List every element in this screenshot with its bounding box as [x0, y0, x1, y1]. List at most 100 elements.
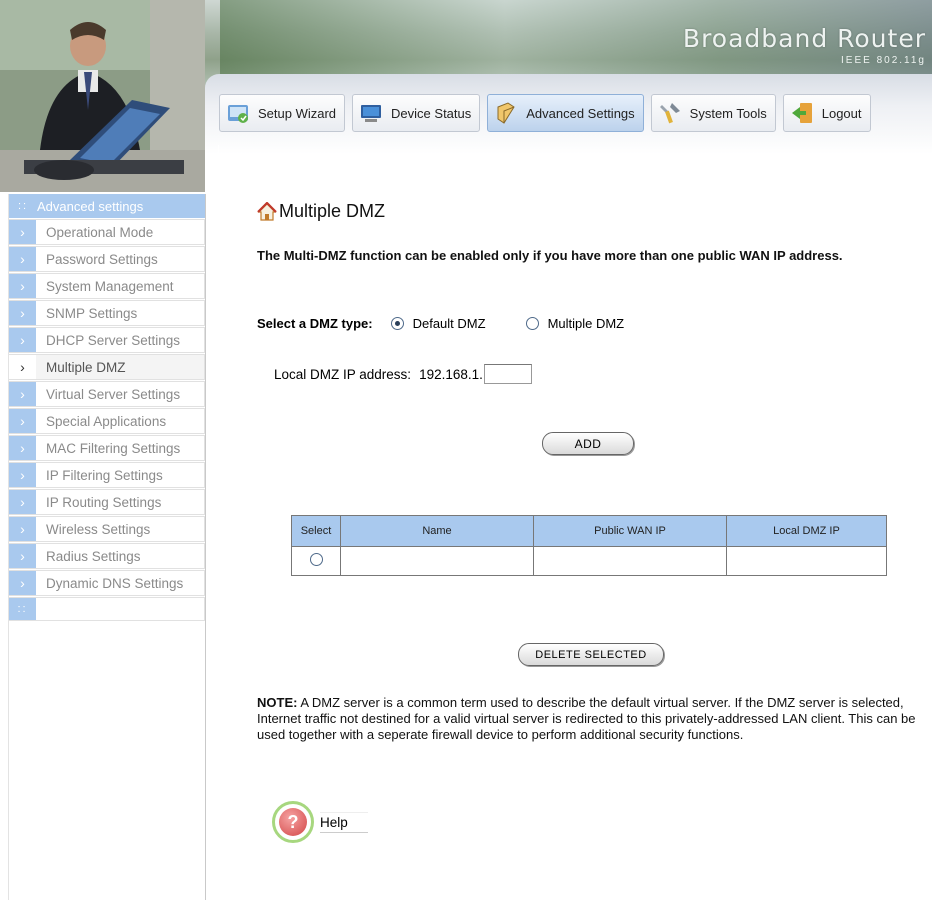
column-header-select: Select — [291, 515, 341, 547]
sidebar-item-system-management[interactable]: › System Management — [9, 273, 205, 299]
local-dmz-ip-row: Local DMZ IP address: 192.168.1. — [274, 364, 532, 384]
home-icon — [257, 201, 277, 221]
radio-button-unchecked[interactable] — [525, 317, 539, 330]
chevron-right-icon: › — [9, 463, 36, 487]
local-dmz-ip-cell — [726, 546, 887, 576]
radio-label: Default DMZ — [412, 316, 486, 331]
sidebar-header-label: Advanced settings — [37, 198, 144, 214]
note-text: NOTE: A DMZ server is a common term used… — [257, 695, 927, 743]
help-button[interactable]: ? Help — [272, 801, 368, 843]
tab-system-tools[interactable]: System Tools — [650, 94, 776, 132]
sidebar-item-ip-routing-settings[interactable]: › IP Routing Settings — [9, 489, 205, 515]
logout-icon — [791, 103, 812, 123]
sidebar-item-label: SNMP Settings — [46, 305, 138, 321]
intro-text: The Multi-DMZ function can be enabled on… — [257, 248, 843, 263]
tab-device-status[interactable]: Device Status — [352, 94, 481, 132]
radio-default-dmz[interactable]: Default DMZ — [390, 316, 486, 331]
sidebar-item-snmp-settings[interactable]: › SNMP Settings — [9, 300, 205, 326]
tab-label: Setup Wizard — [258, 105, 337, 121]
sidebar-header: :: Advanced settings — [9, 194, 205, 218]
chevron-right-icon: › — [9, 301, 36, 325]
brand-title: Broadband Router — [682, 24, 926, 53]
sidebar-item-special-applications[interactable]: › Special Applications — [9, 408, 205, 434]
brand-subtitle: IEEE 802.11g — [841, 55, 926, 66]
public-wan-ip-cell — [533, 546, 727, 576]
chevron-right-icon: › — [9, 409, 36, 433]
column-header-public-wan-ip: Public WAN IP — [533, 515, 727, 547]
sidebar-item-dynamic-dns-settings[interactable]: › Dynamic DNS Settings — [9, 570, 205, 596]
sidebar-item-label: Special Applications — [46, 413, 167, 429]
add-button[interactable]: ADD — [542, 432, 634, 455]
dmz-table: Select Name Public WAN IP Local DMZ IP — [291, 515, 887, 576]
sidebar-item-label: MAC Filtering Settings — [46, 440, 181, 456]
sidebar-item-label: Wireless Settings — [46, 521, 151, 537]
sidebar-item-radius-settings[interactable]: › Radius Settings — [9, 543, 205, 569]
sidebar-item-dhcp-server-settings[interactable]: › DHCP Server Settings — [9, 327, 205, 353]
name-cell — [340, 546, 534, 576]
top-nav-tabs: Setup Wizard Device Status Advanced Sett… — [219, 94, 871, 134]
row-select-radio[interactable] — [309, 553, 323, 566]
table-header-row: Select Name Public WAN IP Local DMZ IP — [291, 515, 887, 547]
dots-icon: :: — [9, 598, 36, 620]
dmz-type-row: Select a DMZ type: Default DMZ Multiple … — [257, 316, 664, 331]
tab-label: Advanced Settings — [526, 105, 635, 121]
sidebar-item-label: IP Filtering Settings — [46, 467, 163, 483]
tab-setup-wizard[interactable]: Setup Wizard — [219, 94, 346, 132]
column-header-local-dmz-ip: Local DMZ IP — [726, 515, 887, 547]
chevron-right-icon: › — [9, 571, 36, 595]
select-cell — [291, 546, 341, 576]
sidebar-item-label: Operational Mode — [46, 224, 154, 240]
tab-label: Logout — [821, 105, 862, 121]
sidebar-item-virtual-server-settings[interactable]: › Virtual Server Settings — [9, 381, 205, 407]
note-prefix: NOTE: — [257, 695, 298, 710]
chevron-right-icon: › — [9, 490, 36, 514]
sidebar-item-label: IP Routing Settings — [46, 494, 162, 510]
chevron-right-icon: › — [9, 220, 36, 244]
chevron-right-icon: › — [9, 247, 36, 271]
chevron-right-icon: › — [9, 328, 36, 352]
dmz-type-label: Select a DMZ type: — [257, 316, 373, 331]
help-icon: ? — [272, 801, 314, 843]
sidebar-item-label: Radius Settings — [46, 548, 141, 564]
chevron-right-icon: › — [9, 382, 36, 406]
page-title: Multiple DMZ — [257, 201, 385, 222]
sidebar-item-label: System Management — [46, 278, 174, 294]
ip-prefix: 192.168.1. — [419, 366, 483, 382]
header-photo — [0, 0, 205, 192]
column-header-name: Name — [340, 515, 534, 547]
tools-icon — [659, 103, 680, 124]
dots-icon: :: — [17, 200, 29, 212]
tab-label: Device Status — [391, 105, 472, 121]
router-admin-page: Broadband Router IEEE 802.11g Setup Wiza… — [0, 0, 932, 900]
brand: Broadband Router IEEE 802.11g — [683, 24, 926, 66]
radio-multiple-dmz[interactable]: Multiple DMZ — [525, 316, 624, 331]
chevron-right-icon: › — [9, 544, 36, 568]
chevron-right-icon: › — [9, 274, 36, 298]
monitor-icon — [361, 105, 382, 122]
table-row — [291, 546, 887, 576]
sidebar-item-mac-filtering-settings[interactable]: › MAC Filtering Settings — [9, 435, 205, 461]
sidebar-item-multiple-dmz[interactable]: › Multiple DMZ — [9, 354, 205, 380]
tab-advanced-settings[interactable]: Advanced Settings — [487, 94, 644, 132]
sidebar-item-label: Dynamic DNS Settings — [46, 575, 184, 591]
sidebar-item-label: Multiple DMZ — [46, 359, 126, 375]
book-icon — [497, 102, 515, 124]
delete-selected-button[interactable]: DELETE SELECTED — [518, 643, 664, 666]
main-content: Multiple DMZ The Multi-DMZ function can … — [218, 145, 932, 900]
help-label: Help — [320, 811, 368, 833]
sidebar-item-label: Password Settings — [46, 251, 158, 267]
wizard-icon — [228, 105, 248, 123]
sidebar-item-ip-filtering-settings[interactable]: › IP Filtering Settings — [9, 462, 205, 488]
sidebar-item-label: Virtual Server Settings — [46, 386, 181, 402]
chevron-right-icon: › — [9, 355, 36, 379]
sidebar-item-wireless-settings[interactable]: › Wireless Settings — [9, 516, 205, 542]
chevron-right-icon: › — [9, 436, 36, 460]
tab-logout[interactable]: Logout — [782, 94, 871, 132]
note-body: A DMZ server is a common term used to de… — [257, 695, 916, 742]
sidebar-item-password-settings[interactable]: › Password Settings — [9, 246, 205, 272]
page-title-text: Multiple DMZ — [279, 201, 386, 221]
local-dmz-ip-input[interactable] — [483, 364, 532, 384]
sidebar-item-operational-mode[interactable]: › Operational Mode — [9, 219, 205, 245]
radio-button-checked[interactable] — [390, 317, 404, 330]
tab-label: System Tools — [689, 105, 767, 121]
